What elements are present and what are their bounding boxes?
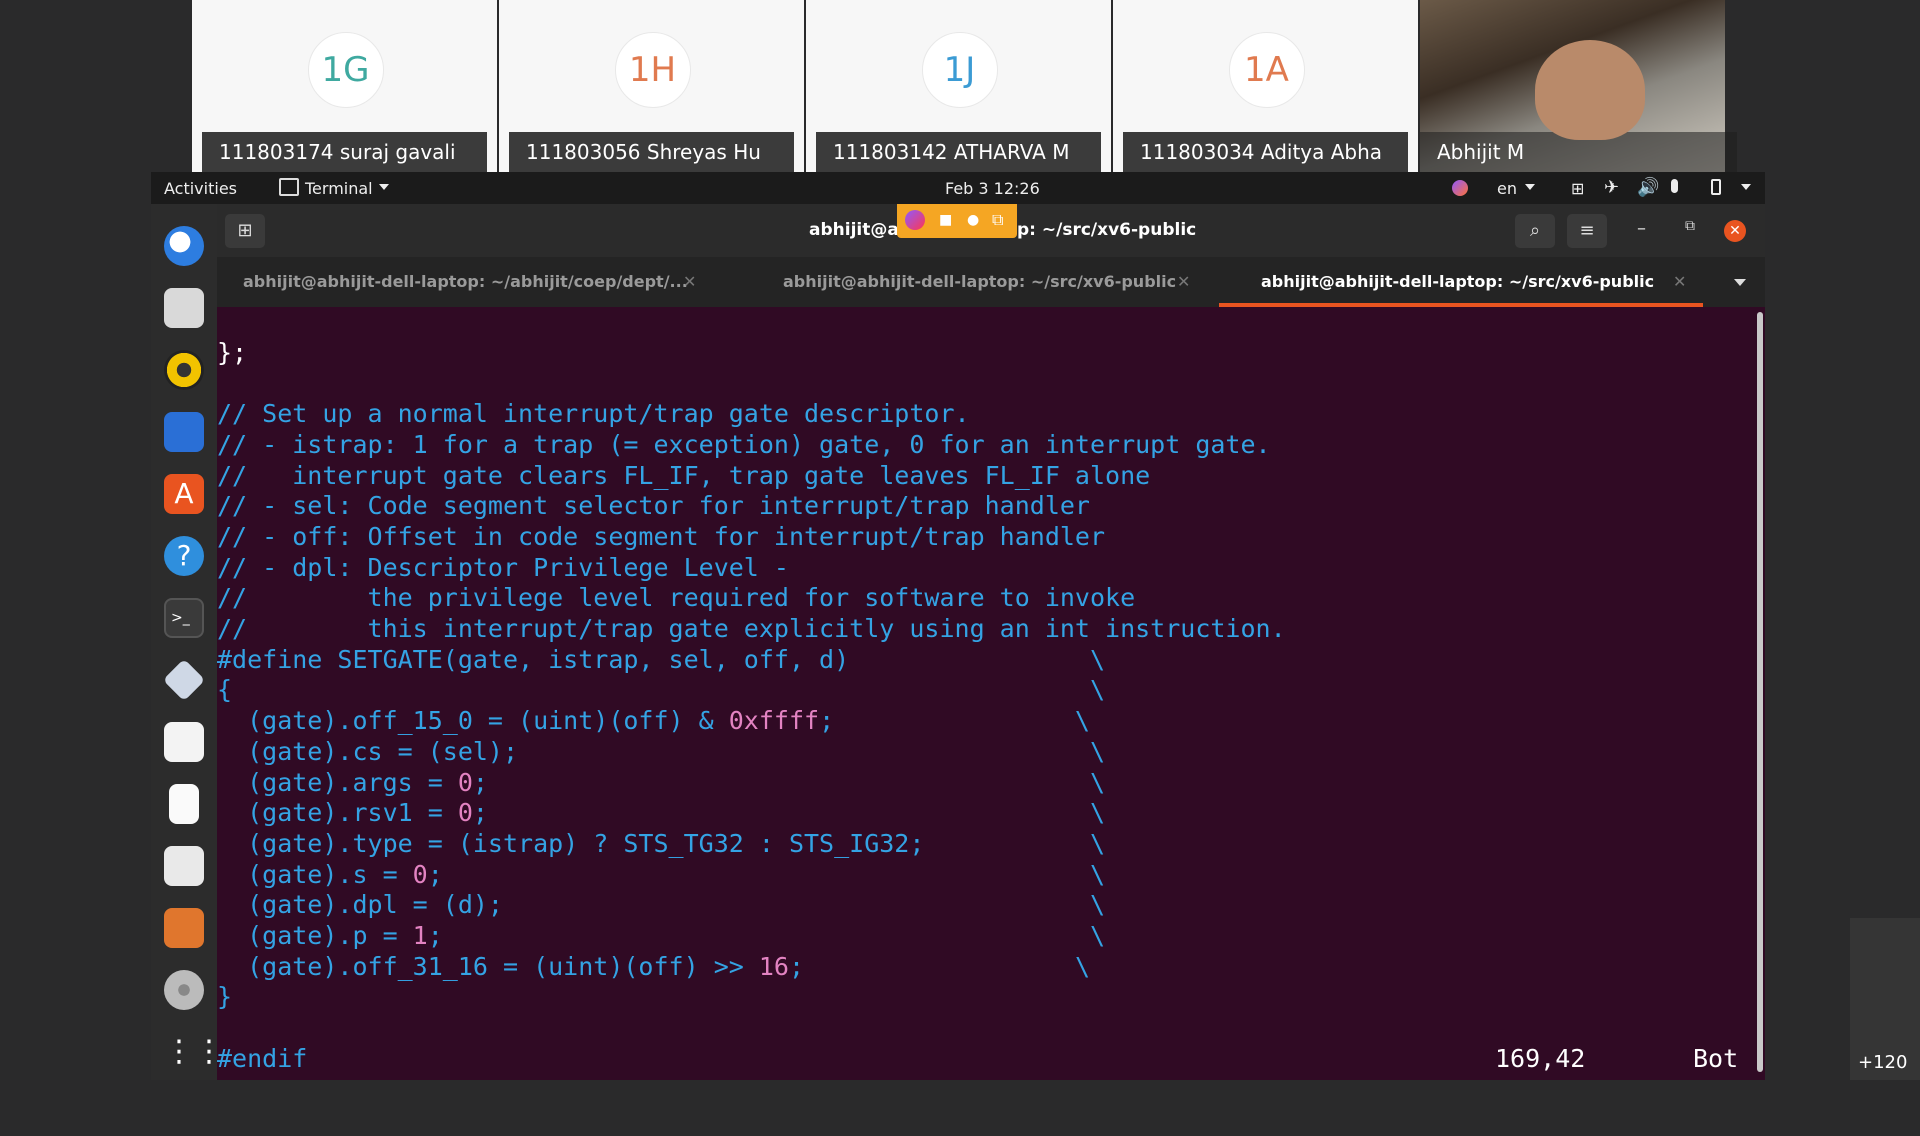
clock[interactable]: Feb 3 12:26 [945, 179, 1040, 198]
code-line: // the privilege level required for soft… [217, 583, 1136, 613]
code-line: }; [217, 337, 248, 367]
tab-terminal-1[interactable]: abhijit@abhijit-dell-laptop: ~/abhijit/c… [243, 257, 696, 307]
app-menu[interactable]: Terminal [305, 179, 373, 198]
firefox-indicator-icon[interactable] [1452, 180, 1468, 196]
tab-label: abhijit@abhijit-dell-laptop: ~/src/xv6-p… [783, 272, 1177, 291]
impress-icon[interactable] [164, 908, 204, 948]
code-line: (gate).type = (istrap) ? STS_TG32 : STS_… [217, 828, 1106, 858]
code-line: // this interrupt/trap gate explicitly u… [217, 614, 1286, 644]
code-line: // - istrap: 1 for a trap (= exception) … [217, 429, 1271, 459]
minimize-icon[interactable]: – [1637, 218, 1646, 239]
tab-label: abhijit@abhijit-dell-laptop: ~/src/xv6-p… [1261, 272, 1655, 291]
activities-button[interactable]: Activities [164, 179, 237, 198]
participant-tile[interactable]: 1H 111803056 Shreyas Hu [499, 0, 804, 172]
new-tab-icon[interactable]: ⊞ [225, 214, 265, 248]
code-line: (gate).s = 0; \ [217, 859, 1106, 889]
code-line: (gate).p = 1; \ [217, 921, 1106, 951]
terminal-content[interactable]: }; // Set up a normal interrupt/trap gat… [217, 307, 1286, 1136]
disk-icon[interactable] [164, 970, 204, 1010]
tab-label: abhijit@abhijit-dell-laptop: ~/abhijit/c… [243, 272, 688, 291]
participant-name: 111803056 Shreyas Hu [509, 132, 794, 172]
network-icon[interactable]: ⊞ [1571, 179, 1584, 198]
microphone-icon[interactable]: ● [967, 212, 979, 228]
code-line: (gate).args = 0; \ [217, 767, 1106, 797]
participant-tile[interactable]: 1J 111803142 ATHARVA M [806, 0, 1111, 172]
language-selector[interactable]: en [1497, 179, 1517, 198]
help-icon[interactable]: ? [164, 536, 204, 576]
terminal-icon [279, 178, 299, 196]
microphone-icon[interactable] [1671, 179, 1678, 193]
avatar: 1G [307, 32, 384, 108]
avatar: 1J [921, 32, 998, 108]
files-icon[interactable] [164, 288, 204, 328]
terminal-window: ⊞ abhijit@ab ■ ● ⧉ p: ~/src/xv6-public ⌕… [217, 204, 1765, 1080]
virtualbox-icon[interactable] [162, 658, 206, 702]
code-line: (gate).off_31_16 = (uint)(off) >> 16; \ [217, 951, 1090, 981]
chevron-down-icon[interactable] [379, 184, 389, 190]
tab-terminal-3[interactable]: abhijit@abhijit-dell-laptop: ~/src/xv6-p… [1219, 257, 1703, 307]
code-line: } [217, 982, 233, 1012]
tab-list-chevron-icon[interactable] [1734, 279, 1746, 286]
participant-tile[interactable]: 1G 111803174 suraj gavali [192, 0, 497, 172]
camera-icon[interactable]: ■ [939, 212, 952, 228]
restore-icon[interactable]: ⧉ [1685, 218, 1695, 234]
code-line: (gate).dpl = (d); \ [217, 890, 1106, 920]
dock: A ? >_ ⋮⋮⋮ [151, 204, 254, 1080]
code-line: // - off: Offset in code segment for int… [217, 521, 1106, 551]
code-line: // - sel: Code segment selector for inte… [217, 491, 1090, 521]
close-tab-icon[interactable]: ✕ [1673, 257, 1686, 307]
overflow-panel: +120 [1850, 918, 1920, 1080]
window-titlebar[interactable]: ⊞ abhijit@ab ■ ● ⧉ p: ~/src/xv6-public ⌕… [217, 204, 1765, 257]
document-icon[interactable] [169, 784, 199, 824]
scrollbar[interactable] [1757, 312, 1763, 1072]
code-line: #define SETGATE(gate, istrap, sel, off, … [217, 644, 1106, 674]
participant-strip: 1G 111803174 suraj gavali 1H 111803056 S… [192, 0, 1737, 172]
avatar: 1A [1228, 32, 1305, 108]
close-icon[interactable]: ✕ [1724, 220, 1746, 242]
show-apps-icon[interactable]: ⋮⋮⋮ [164, 1032, 254, 1072]
firefox-icon [905, 210, 925, 230]
writer-icon[interactable] [164, 412, 204, 452]
document-viewer-icon[interactable] [164, 846, 204, 886]
system-top-bar: Activities Terminal Feb 3 12:26 en ⊞ ✈ 🔊 [151, 172, 1765, 204]
window-title-right: p: ~/src/xv6-public [1017, 220, 1197, 240]
code-line: (gate).off_15_0 = (uint)(off) & 0xffff; … [217, 706, 1090, 736]
close-tab-icon[interactable]: ✕ [683, 257, 696, 307]
terminal-app-icon[interactable]: >_ [164, 598, 204, 638]
code-line: // Set up a normal interrupt/trap gate d… [217, 399, 970, 429]
camera-feed-person [1535, 40, 1645, 140]
code-line: // interrupt gate clears FL_IF, trap gat… [217, 460, 1151, 490]
participant-overflow-count[interactable]: +120 [1858, 1052, 1907, 1073]
code-line: (gate).cs = (sel); \ [217, 736, 1106, 766]
code-line: { \ [217, 675, 1106, 705]
search-icon[interactable]: ⌕ [1515, 214, 1555, 248]
airplane-mode-icon[interactable]: ✈ [1604, 177, 1619, 198]
vim-scroll-indicator: Bot [1693, 1044, 1739, 1073]
volume-icon[interactable]: 🔊 [1637, 177, 1659, 198]
participant-name: 111803142 ATHARVA M [816, 132, 1101, 172]
window-title-left: abhijit@ab [809, 220, 911, 240]
close-tab-icon[interactable]: ✕ [1177, 257, 1190, 307]
tab-bar: abhijit@abhijit-dell-laptop: ~/abhijit/c… [217, 257, 1765, 307]
chevron-down-icon[interactable] [1525, 184, 1535, 190]
participant-name: 111803034 Aditya Abha [1123, 132, 1408, 172]
hamburger-menu-icon[interactable]: ≡ [1567, 214, 1607, 248]
avatar: 1H [614, 32, 691, 108]
tab-terminal-2[interactable]: abhijit@abhijit-dell-laptop: ~/src/xv6-p… [783, 257, 1190, 307]
battery-icon[interactable] [1711, 179, 1721, 195]
vim-cursor-position: 169,42 [1495, 1044, 1586, 1073]
software-center-icon[interactable]: A [164, 474, 204, 514]
thunderbird-icon[interactable] [164, 226, 204, 266]
screen-share-icon[interactable]: ⧉ [992, 210, 1003, 230]
code-line: #endif [217, 1043, 308, 1073]
chevron-down-icon[interactable] [1741, 184, 1751, 190]
participant-name: 111803174 suraj gavali [202, 132, 487, 172]
participant-tile[interactable]: 1A 111803034 Aditya Abha [1113, 0, 1418, 172]
code-line: (gate).rsv1 = 0; \ [217, 798, 1106, 828]
text-editor-icon[interactable] [164, 722, 204, 762]
rhythmbox-icon[interactable] [164, 350, 204, 390]
code-line: // - dpl: Descriptor Privilege Level - [217, 552, 789, 582]
